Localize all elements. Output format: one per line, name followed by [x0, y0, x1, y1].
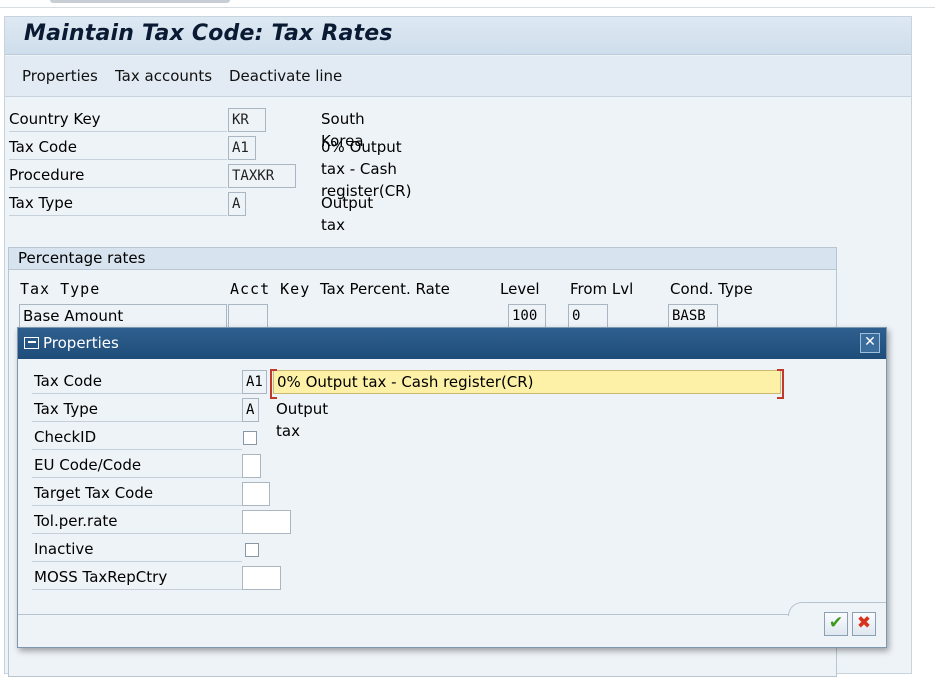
dlg-moss-label: MOSS TaxRepCtry: [32, 566, 242, 590]
tax-code-label: Tax Code: [9, 136, 227, 160]
cell-acct-key[interactable]: [228, 304, 268, 328]
tax-code-desc: 0% Output tax - Cash register(CR): [321, 138, 412, 200]
page-title: Maintain Tax Code: Tax Rates: [24, 21, 393, 46]
dlg-tax-code-desc: 0% Output tax - Cash register(CR): [270, 369, 784, 399]
cancel-icon[interactable]: ✖: [852, 612, 876, 636]
inactive-checkbox[interactable]: [245, 543, 259, 557]
dlg-tax-type-field: A: [242, 398, 259, 422]
tax-type-desc: Output tax: [321, 194, 374, 234]
procedure-field: TAXKR: [228, 164, 296, 188]
close-icon[interactable]: ✕: [860, 333, 880, 353]
dlg-eu-code-label: EU Code/Code: [32, 454, 242, 478]
cell-cond-type: BASB: [668, 304, 718, 328]
dlg-tax-code-label: Tax Code: [32, 370, 242, 394]
footer-divider: [18, 614, 788, 615]
dlg-tax-type-label: Tax Type: [32, 398, 242, 422]
percentage-rates-title: Percentage rates: [9, 248, 836, 270]
cell-tax-type: Base Amount: [19, 304, 227, 328]
col-from-lvl: From Lvl: [570, 280, 634, 298]
top-strip: [0, 0, 935, 8]
dialog-header: Properties: [18, 328, 886, 359]
dlg-tax-type-desc: Output tax: [276, 400, 329, 440]
window-icon: [24, 337, 39, 349]
tax-type-field: A: [228, 192, 246, 216]
cell-level: 100: [508, 304, 546, 328]
menu-bar: Properties Tax accounts Deactivate line: [5, 56, 911, 97]
tol-per-rate-field[interactable]: [242, 510, 291, 534]
tab-stub[interactable]: [50, 0, 230, 3]
menu-deactivate-line[interactable]: Deactivate line: [229, 67, 342, 85]
tax-type-label: Tax Type: [9, 192, 227, 216]
col-acct-key: Acct Key: [230, 280, 311, 298]
dialog-footer: ✔ ✖: [18, 600, 886, 647]
dlg-checkid-label: CheckID: [32, 426, 242, 450]
country-key-label: Country Key: [9, 108, 227, 132]
menu-tax-accounts[interactable]: Tax accounts: [115, 67, 212, 85]
checkmark-icon[interactable]: ✔: [824, 612, 848, 636]
dlg-target-tax-code-label: Target Tax Code: [32, 482, 242, 506]
col-tax-type: Tax Type: [20, 280, 101, 298]
tax-code-field: A1: [228, 136, 256, 160]
col-cond-type: Cond. Type: [670, 280, 753, 298]
country-key-desc: South Korea: [321, 110, 365, 150]
dlg-tax-code-field: A1: [242, 370, 267, 394]
cell-from-lvl: 0: [568, 304, 608, 328]
country-key-field: KR: [228, 108, 266, 132]
dlg-tol-per-rate-label: Tol.per.rate: [32, 510, 242, 534]
eu-code-field[interactable]: [242, 454, 261, 478]
menu-properties[interactable]: Properties: [22, 67, 98, 85]
properties-dialog: Properties ✕ Tax Code A1 0% Output tax -…: [17, 327, 887, 648]
checkid-checkbox[interactable]: [243, 431, 257, 445]
dialog-title: Properties: [43, 334, 119, 352]
moss-taxrepctry-field[interactable]: [242, 566, 281, 590]
procedure-label: Procedure: [9, 164, 227, 188]
col-level: Level: [500, 280, 540, 298]
title-bar: Maintain Tax Code: Tax Rates: [5, 17, 911, 55]
dlg-inactive-label: Inactive: [32, 538, 242, 562]
col-tax-percent-rate: Tax Percent. Rate: [320, 280, 450, 298]
target-tax-code-field[interactable]: [242, 482, 270, 506]
